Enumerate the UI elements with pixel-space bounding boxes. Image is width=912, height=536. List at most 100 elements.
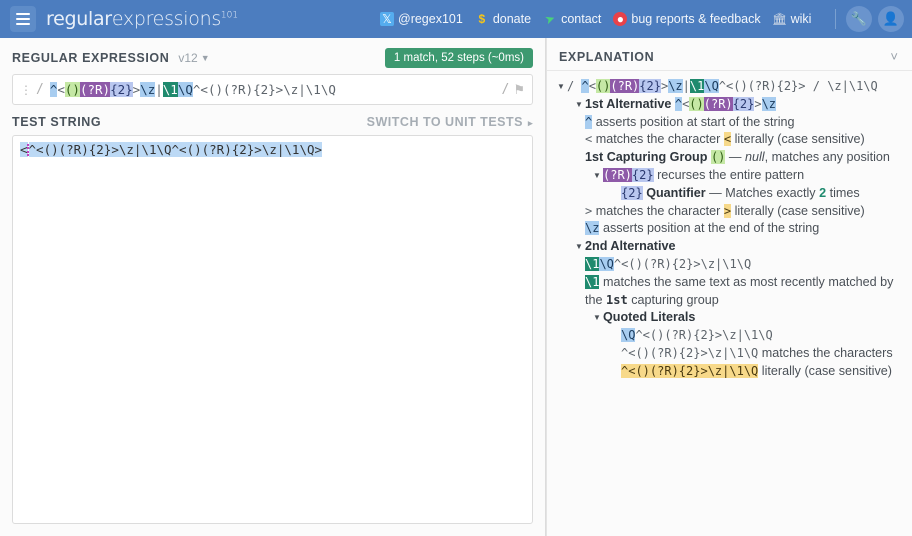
explanation-row: ▼\Q^<()(?R){2}>\z|\1\Q: [609, 327, 902, 345]
expand-toggle-icon[interactable]: ▼: [555, 78, 567, 96]
github-icon: ●: [613, 12, 628, 26]
logo-superscript-101: 101: [220, 10, 239, 21]
explanation-row: ▼\1 matches the same text as most recent…: [573, 274, 902, 310]
explanation-text: > matches the character > literally (cas…: [585, 203, 902, 221]
site-logo[interactable]: regularexpressions101: [46, 8, 238, 30]
test-string-editor[interactable]: <^<()(?R){2}>\z|\1\Q^<()(?R){2}>\z|\1\Q>: [12, 135, 533, 524]
nav-link-bug-reports[interactable]: ● bug reports & feedback: [613, 12, 761, 26]
regex-token-recurse: (?R): [79, 82, 111, 97]
explanation-token-quant: {2}: [631, 167, 654, 182]
explanation-pane: EXPLANATION ˅ ▼ / ^<()(?R){2}>\z|\1\Q^<()…: [546, 38, 912, 536]
main-content: REGULAR EXPRESSION v12 ▼ 1 match, 52 ste…: [0, 38, 912, 536]
explanation-token-plain: capturing group: [627, 292, 719, 307]
test-string-content[interactable]: <^<()(?R){2}>\z|\1\Q^<()(?R){2}>\z|\1\Q>: [20, 142, 525, 157]
hamburger-menu-icon[interactable]: [10, 6, 36, 32]
twitter-icon: 𝕏: [380, 12, 394, 26]
explanation-text: {2} Quantifier — Matches exactly 2 times: [621, 185, 902, 203]
explanation-row: ▼> matches the character > literally (ca…: [573, 203, 902, 221]
expand-toggle-icon[interactable]: ▼: [591, 309, 603, 327]
nav-link-twitter-label: @regex101: [398, 12, 463, 26]
explanation-text: 2nd Alternative: [585, 238, 902, 256]
regex-close-delimiter: /: [501, 82, 510, 97]
explanation-token-backref: \1: [585, 256, 600, 271]
explanation-token-bold: 2nd Alternative: [585, 239, 676, 254]
explanation-token-anchor: ^: [581, 79, 589, 93]
explanation-text: ^<()(?R){2}>\z|\1\Q matches the characte…: [621, 345, 902, 381]
chevron-down-icon[interactable]: ˅: [890, 49, 898, 64]
regex-token-group: (): [64, 82, 80, 97]
test-string-match: ^<()(?R){2}>\z|\1\Q^<()(?R){2}>\z|\1\Q>: [28, 142, 323, 157]
explanation-row: ▼ Quoted Literals: [591, 309, 902, 327]
explanation-token-recurse: (?R): [603, 167, 632, 182]
explanation-row: ▼ 1st Alternative ^<()(?R){2}>\z: [573, 96, 902, 114]
explanation-text: / ^<()(?R){2}>\z|\1\Q^<()(?R){2}> / \z|\…: [567, 78, 902, 96]
explanation-token-lit: <: [723, 132, 732, 147]
explanation-token-group: (): [710, 150, 726, 165]
test-string-section-header: TEST STRING SWITCH TO UNIT TESTS ▸: [0, 105, 545, 135]
regex-token-plain: <: [57, 82, 65, 97]
explanation-token-lit: >: [723, 203, 732, 218]
regex-section-header: REGULAR EXPRESSION v12 ▼ 1 match, 52 ste…: [0, 38, 545, 74]
editor-pane: REGULAR EXPRESSION v12 ▼ 1 match, 52 ste…: [0, 38, 546, 536]
explanation-token-plain-mono: ^<()(?R){2}>\z|\1\Q: [635, 328, 773, 343]
nav-link-donate[interactable]: $ donate: [475, 12, 531, 26]
explanation-token-backref: \1: [689, 79, 705, 93]
regex-token-plain: ^<()(?R){2}>\z|\1\Q: [192, 82, 336, 97]
explanation-row: ▼^ asserts position at start of the stri…: [573, 114, 902, 132]
paper-plane-icon: ➤: [542, 10, 558, 28]
explanation-token-plain-mono: ^<()(?R){2}>\z|\1\Q: [613, 256, 752, 271]
explanation-token-anchor: \Q: [704, 79, 719, 93]
explanation-row: ▼^<()(?R){2}>\z|\1\Q matches the charact…: [609, 345, 902, 381]
explanation-token-plain: — Matches exactly: [705, 185, 820, 200]
explanation-token-quant: {2}: [621, 185, 643, 200]
explanation-text: \z asserts position at the end of the st…: [585, 220, 902, 238]
explanation-token-plain: literally (case sensitive): [758, 363, 892, 378]
expand-toggle-icon[interactable]: ▼: [573, 238, 585, 256]
explanation-token-recurse: (?R): [703, 96, 733, 111]
switch-to-unit-tests-link[interactable]: SWITCH TO UNIT TESTS ▸: [367, 115, 533, 129]
flag-icon[interactable]: ⚑: [513, 82, 525, 98]
regex-version-selector[interactable]: v12: [178, 51, 197, 65]
explanation-row: ▼\1\Q^<()(?R){2}>\z|\1\Q: [573, 256, 902, 274]
explanation-token-backref: \1: [585, 274, 600, 289]
expand-toggle-icon[interactable]: ▼: [573, 96, 585, 114]
explanation-token-plain-mono: |: [682, 79, 690, 93]
user-icon[interactable]: 👤: [878, 6, 904, 32]
explanation-token-anchor: \z: [585, 221, 600, 236]
explanation-text: 1st Capturing Group () — null, matches a…: [585, 149, 902, 167]
explanation-token-bold: Quoted Literals: [603, 310, 696, 325]
explanation-row: ▼\z asserts position at the end of the s…: [573, 220, 902, 238]
explanation-text: \Q^<()(?R){2}>\z|\1\Q: [621, 327, 902, 345]
explanation-token-anchor: \Q: [599, 256, 614, 271]
regex-input[interactable]: ^<()(?R){2}>\z|\1\Q^<()(?R){2}>\z|\1\Q: [44, 82, 502, 97]
chevron-right-icon: ▸: [527, 118, 533, 128]
test-string-title: TEST STRING: [12, 115, 102, 129]
chevron-down-icon[interactable]: ▼: [201, 53, 210, 63]
explanation-token-plain: matches the character: [592, 203, 724, 218]
regex-section-title: REGULAR EXPRESSION: [12, 51, 170, 65]
explanation-text: Quoted Literals: [603, 309, 902, 327]
explanation-row: ▼{2} Quantifier — Matches exactly 2 time…: [609, 185, 902, 203]
explanation-token-plain: literally (case sensitive): [731, 203, 865, 218]
regex-input-container[interactable]: ⋮ / ^<()(?R){2}>\z|\1\Q^<()(?R){2}>\z|\1…: [12, 74, 533, 105]
nav-link-twitter[interactable]: 𝕏 @regex101: [380, 12, 463, 26]
nav-link-contact[interactable]: ➤ contact: [542, 10, 601, 28]
drag-handle-icon[interactable]: ⋮: [20, 83, 32, 97]
nav-link-bug-reports-label: bug reports & feedback: [631, 12, 761, 26]
explanation-token-lit: ^<()(?R){2}>\z|\1\Q: [621, 363, 759, 378]
explanation-row: ▼1st Capturing Group () — null, matches …: [573, 149, 902, 167]
nav-link-wiki-label: wiki: [790, 12, 812, 26]
explanation-token-recurse: (?R): [610, 79, 640, 93]
wrench-icon[interactable]: 🔧: [846, 6, 872, 32]
explanation-row: ▼< matches the character < literally (ca…: [573, 131, 902, 149]
match-status-badge: 1 match, 52 steps (~0ms): [384, 48, 533, 68]
explanation-token-group: (): [689, 96, 704, 111]
explanation-token-plain-mono: \z|\1\Q: [827, 79, 878, 93]
explanation-token-plain-mono: >: [754, 96, 762, 111]
explanation-token-plain: recurses the entire pattern: [653, 167, 805, 182]
explanation-token-bold: 1st Alternative: [585, 96, 675, 111]
expand-toggle-icon[interactable]: ▼: [591, 167, 603, 185]
nav-link-wiki[interactable]: 🏛 wiki: [772, 12, 812, 26]
explanation-token-plain: literally (case sensitive): [731, 132, 865, 147]
explanation-token-quant: {2}: [732, 96, 755, 111]
